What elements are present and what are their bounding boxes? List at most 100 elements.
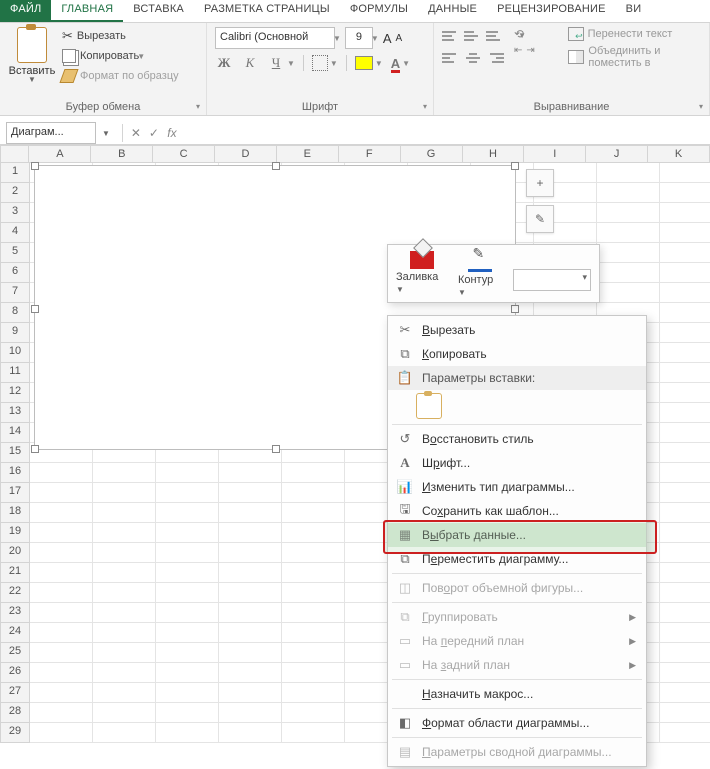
tab-view[interactable]: ВИ (616, 0, 652, 22)
align-top-button[interactable] (442, 27, 460, 45)
cell[interactable] (660, 643, 710, 663)
ctx-font[interactable]: A Шрифт... (388, 451, 646, 475)
align-middle-button[interactable] (464, 27, 482, 45)
cell[interactable] (597, 183, 660, 203)
cell[interactable] (219, 543, 282, 563)
cell[interactable] (93, 503, 156, 523)
cell[interactable] (156, 563, 219, 583)
cell[interactable] (30, 463, 93, 483)
cell[interactable] (282, 623, 345, 643)
tab-data[interactable]: ДАННЫЕ (418, 0, 487, 22)
grow-font-button[interactable]: A (383, 31, 392, 46)
row-header[interactable]: 7 (0, 283, 30, 303)
cell[interactable] (93, 543, 156, 563)
formula-input[interactable] (181, 123, 710, 143)
row-header[interactable]: 16 (0, 463, 30, 483)
cell[interactable] (219, 723, 282, 743)
cell[interactable] (156, 643, 219, 663)
cell[interactable] (660, 323, 710, 343)
cell[interactable] (30, 683, 93, 703)
ctx-cut[interactable]: ✂ Вырезать (388, 318, 646, 342)
row-header[interactable]: 15 (0, 443, 30, 463)
row-header[interactable]: 20 (0, 543, 30, 563)
cell[interactable] (30, 523, 93, 543)
row-header[interactable]: 2 (0, 183, 30, 203)
column-header[interactable]: D (215, 145, 277, 163)
row-header[interactable]: 18 (0, 503, 30, 523)
column-header[interactable]: K (648, 145, 710, 163)
cells-area[interactable]: + ✎ Заливка ▼ Контур ▼ (30, 163, 710, 743)
cell[interactable] (597, 283, 660, 303)
column-header[interactable]: J (586, 145, 648, 163)
row-header[interactable]: 24 (0, 623, 30, 643)
cell[interactable] (30, 663, 93, 683)
cell[interactable] (597, 203, 660, 223)
ctx-assign-macro[interactable]: Назначить макрос... (388, 682, 646, 706)
align-center-button[interactable] (464, 49, 482, 67)
cell[interactable] (93, 683, 156, 703)
paste-dropdown-icon[interactable]: ▼ (28, 75, 36, 84)
cancel-formula-button[interactable]: ✕ (127, 126, 145, 140)
cell[interactable] (597, 243, 660, 263)
cell[interactable] (282, 603, 345, 623)
row-header[interactable]: 22 (0, 583, 30, 603)
cell[interactable] (660, 523, 710, 543)
font-name-combo[interactable]: Calibri (Основной (215, 27, 335, 49)
row-header[interactable]: 14 (0, 423, 30, 443)
cell[interactable] (219, 483, 282, 503)
cell[interactable] (282, 723, 345, 743)
cell[interactable] (219, 463, 282, 483)
row-header[interactable]: 25 (0, 643, 30, 663)
cell[interactable] (597, 263, 660, 283)
tab-insert[interactable]: ВСТАВКА (123, 0, 194, 22)
cell[interactable] (93, 583, 156, 603)
row-header[interactable]: 10 (0, 343, 30, 363)
row-header[interactable]: 6 (0, 263, 30, 283)
cell[interactable] (93, 483, 156, 503)
cell[interactable] (660, 343, 710, 363)
cell[interactable] (156, 463, 219, 483)
name-box-dropdown-icon[interactable]: ▼ (102, 129, 110, 138)
row-header[interactable]: 12 (0, 383, 30, 403)
ctx-reset-style[interactable]: ↺ Восстановить стиль (388, 427, 646, 451)
cell[interactable] (219, 683, 282, 703)
mini-outline-button[interactable]: Контур ▼ (458, 251, 503, 298)
cell[interactable] (93, 723, 156, 743)
cell[interactable] (93, 563, 156, 583)
font-color-button[interactable]: А (391, 56, 400, 71)
fill-color-dropdown-icon[interactable]: ▼ (375, 59, 383, 68)
tab-formulas[interactable]: ФОРМУЛЫ (340, 0, 418, 22)
cell[interactable] (660, 483, 710, 503)
cell[interactable] (219, 503, 282, 523)
ctx-format-chart-area[interactable]: ◧ Формат области диаграммы... (388, 711, 646, 735)
copy-button[interactable]: Копировать ▼ (62, 47, 179, 65)
cell[interactable] (219, 583, 282, 603)
increase-indent-button[interactable]: ⇥ (526, 45, 534, 56)
cell[interactable] (282, 463, 345, 483)
cell[interactable] (282, 643, 345, 663)
cell[interactable] (93, 703, 156, 723)
row-header[interactable]: 27 (0, 683, 30, 703)
ctx-select-data[interactable]: ▦ Выбрать данные... (388, 523, 646, 547)
column-header[interactable]: B (91, 145, 153, 163)
row-header[interactable]: 26 (0, 663, 30, 683)
chart-styles-button[interactable]: ✎ (526, 205, 554, 233)
cell[interactable] (156, 663, 219, 683)
cell[interactable] (93, 523, 156, 543)
underline-dropdown-icon[interactable]: ▼ (287, 59, 295, 68)
column-header[interactable]: E (277, 145, 339, 163)
cell[interactable] (219, 563, 282, 583)
cell[interactable] (660, 723, 710, 743)
cell[interactable] (93, 643, 156, 663)
shrink-font-button[interactable]: A (396, 33, 403, 44)
align-bottom-button[interactable] (486, 27, 504, 45)
cell[interactable] (660, 603, 710, 623)
column-header[interactable]: A (29, 145, 91, 163)
cell[interactable] (219, 603, 282, 623)
cell[interactable] (282, 483, 345, 503)
paste-button[interactable]: Вставить ▼ (8, 27, 56, 84)
insert-function-button[interactable]: fx (163, 126, 181, 140)
cell[interactable] (660, 663, 710, 683)
row-header[interactable]: 8 (0, 303, 30, 323)
row-header[interactable]: 4 (0, 223, 30, 243)
